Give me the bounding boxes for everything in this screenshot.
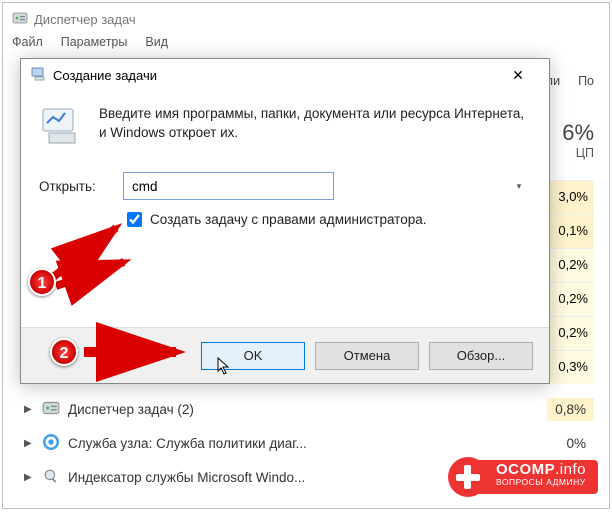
indexer-icon xyxy=(42,467,60,488)
browse-button[interactable]: Обзор... xyxy=(429,342,533,370)
dialog-message: Введите имя программы, папки, документа … xyxy=(99,105,531,143)
task-manager-titlebar: Диспетчер задач xyxy=(4,4,608,33)
process-name: Индексатор службы Microsoft Windo... xyxy=(68,470,305,485)
annotation-marker-2: 2 xyxy=(50,338,78,366)
menubar: Файл Параметры Вид xyxy=(4,33,608,55)
open-input[interactable] xyxy=(123,172,334,200)
menu-options[interactable]: Параметры xyxy=(61,35,128,49)
dialog-title: Создание задачи xyxy=(53,68,157,83)
admin-checkbox[interactable] xyxy=(127,212,142,227)
badge-tld: .info xyxy=(555,461,586,478)
service-icon xyxy=(42,433,60,454)
task-manager-icon xyxy=(42,399,60,420)
plus-icon xyxy=(448,457,488,497)
run-dialog-icon xyxy=(31,66,47,85)
badge-name: OCOMP xyxy=(496,461,555,478)
ok-button[interactable]: OK xyxy=(201,342,305,370)
process-cpu: 0,8% xyxy=(547,398,594,421)
expand-toggle[interactable]: ▶ xyxy=(24,438,34,449)
process-row[interactable]: ▶ Служба узла: Служба политики диаг... 0… xyxy=(24,426,594,460)
admin-checkbox-label: Создать задачу с правами администратора. xyxy=(150,212,426,227)
expand-toggle[interactable]: ▶ xyxy=(24,404,34,415)
menu-view[interactable]: Вид xyxy=(145,35,168,49)
admin-checkbox-row[interactable]: Создать задачу с правами администратора. xyxy=(127,212,531,227)
process-name: Служба узла: Служба политики диаг... xyxy=(68,436,307,451)
process-name: Диспетчер задач (2) xyxy=(68,402,194,417)
process-row[interactable]: ▶ Диспетчер задач (2) 0,8% xyxy=(24,392,594,426)
task-manager-icon xyxy=(12,10,28,29)
open-label: Открыть: xyxy=(39,179,113,194)
close-button[interactable]: ✕ xyxy=(497,61,539,89)
process-cpu: 0% xyxy=(558,432,594,455)
dropdown-button[interactable]: ▾ xyxy=(508,173,530,199)
run-dialog: Создание задачи ✕ Введите имя программы,… xyxy=(20,58,550,384)
cancel-button[interactable]: Отмена xyxy=(315,342,419,370)
run-icon xyxy=(39,105,81,150)
menu-file[interactable]: Файл xyxy=(12,35,43,49)
task-manager-title: Диспетчер задач xyxy=(34,12,136,27)
col-2[interactable]: По xyxy=(578,74,594,88)
expand-toggle[interactable]: ▶ xyxy=(24,472,34,483)
annotation-marker-1: 1 xyxy=(28,268,56,296)
watermark-badge: OCOMP.info ВОПРОСЫ АДМИНУ xyxy=(448,457,598,497)
badge-subtitle: ВОПРОСЫ АДМИНУ xyxy=(496,478,586,487)
